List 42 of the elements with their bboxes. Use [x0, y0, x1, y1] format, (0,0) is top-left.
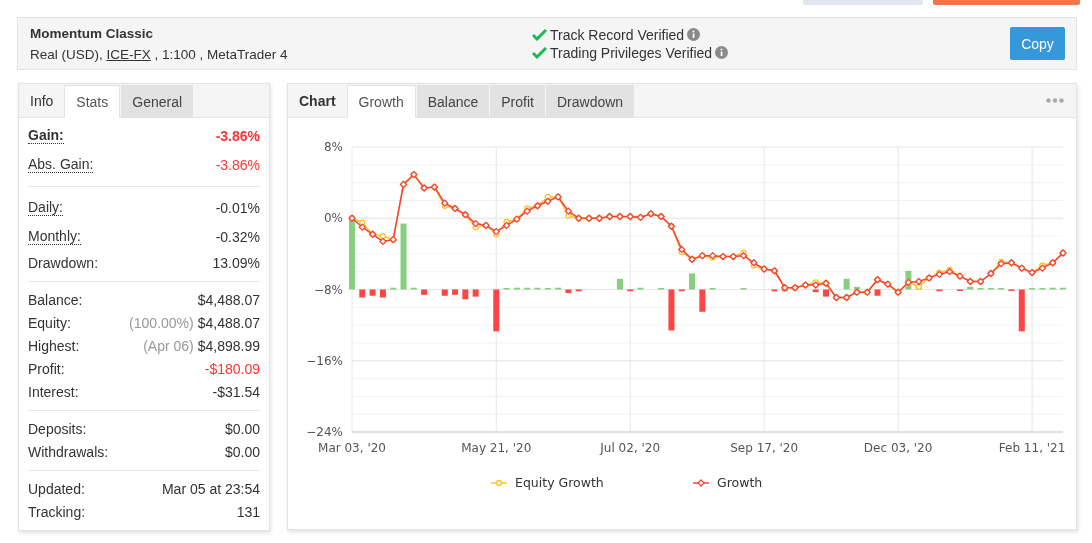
stat-note: (100.00%)	[129, 314, 194, 331]
stat-label: Tracking:	[28, 503, 86, 520]
stat-label: Balance:	[28, 291, 83, 308]
account-title: Momentum Classic	[30, 25, 155, 41]
stat-value: $4,488.07	[197, 314, 260, 331]
stat-value: $0.00	[224, 420, 260, 437]
stat-value: -0.32%	[215, 228, 260, 245]
stat-value: $4,488.07	[197, 291, 260, 308]
stat-label: Withdrawals:	[28, 443, 109, 460]
stat-label: Highest:	[28, 337, 80, 354]
stat-value: 13.09%	[212, 254, 260, 271]
stat-value: -$180.09	[204, 360, 260, 377]
y-axis-label: −8%	[313, 282, 343, 297]
stat-note: (Apr 06)	[143, 337, 194, 354]
stat-value: -$31.54	[212, 383, 260, 400]
verification-label: Track Record Verified	[550, 26, 685, 43]
x-axis-label: Sep 17, '20	[730, 441, 799, 455]
verification-label: Trading Privileges Verified	[550, 44, 713, 61]
stat-label: Equity:	[28, 314, 71, 331]
stat-value: -3.86%	[215, 156, 260, 173]
y-axis-label: −16%	[306, 353, 343, 368]
stat-label: Deposits:	[28, 420, 87, 437]
stat-value: 131	[236, 503, 260, 520]
y-axis-label: 8%	[323, 140, 343, 154]
x-axis-label: Dec 03, '20	[863, 441, 933, 455]
y-axis-label: −24%	[306, 425, 343, 439]
stat-value: $0.00	[224, 443, 260, 460]
stat-label: Interest:	[28, 383, 79, 400]
stat-value: Mar 05 at 23:54	[161, 480, 260, 497]
x-axis-label: Mar 03, '20	[318, 441, 386, 455]
panel-title: Chart	[298, 91, 337, 111]
x-axis-label: Jul 02, '20	[600, 441, 661, 455]
y-axis-label: 0%	[323, 211, 343, 226]
stat-value: -0.01%	[215, 199, 260, 216]
stat-label: Updated:	[28, 480, 85, 497]
stat-label: Drawdown:	[28, 254, 99, 271]
account-details: Real (USD), ICE-FX , 1:100 , MetaTrader 4	[30, 46, 289, 62]
stat-label: Profit:	[28, 360, 65, 377]
x-axis-label: Feb 11, '21	[998, 441, 1066, 455]
stat-value: $4,898.99	[197, 337, 260, 354]
stat-value: -3.86%	[215, 127, 260, 144]
x-axis-label: May 21, '20	[461, 441, 532, 455]
